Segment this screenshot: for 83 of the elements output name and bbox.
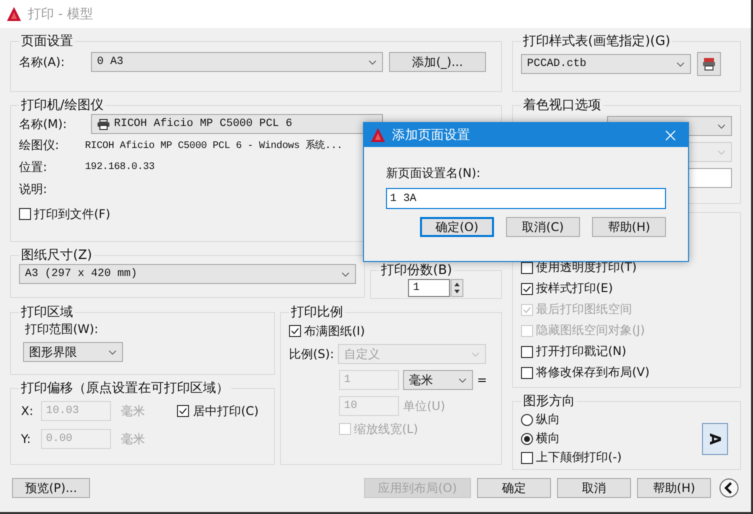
group-title: 着色视口选项 — [522, 97, 602, 114]
unit-label: 单位(U) — [403, 398, 446, 414]
dialog-button[interactable]: 帮助(H) — [592, 217, 666, 237]
info-label: 绘图仪: — [19, 136, 60, 154]
radio-button[interactable] — [521, 414, 533, 426]
group-title: 打印份数(B) — [380, 262, 454, 279]
spinner-arrows-icon[interactable] — [450, 279, 464, 297]
checkbox-label: 按样式打印(E) — [536, 280, 613, 297]
unit-label: 毫米 — [121, 402, 146, 420]
printer-dropdown[interactable]: RICOH Aficio MP C5000 PCL 6 — [91, 114, 383, 134]
name-label: 名称(M): — [19, 116, 68, 132]
add-button[interactable]: 添加(_)... — [389, 52, 486, 72]
checkbox-label: 上下颠倒打印(-) — [536, 449, 622, 466]
info-value: 192.168.0.33 — [85, 162, 155, 172]
edit-style-button[interactable] — [697, 52, 721, 76]
checkbox[interactable] — [177, 405, 189, 417]
group-title: 打印机/绘图仪 — [20, 97, 104, 114]
unit-label: 毫米 — [121, 430, 146, 448]
caret-icon — [108, 350, 117, 355]
info-label: 位置: — [19, 158, 48, 176]
checkbox-label: 布满图纸(I) — [304, 322, 365, 340]
dialog-button[interactable]: 确定(O) — [420, 217, 494, 237]
logo-icon — [370, 127, 386, 143]
collapse-icon[interactable] — [719, 478, 739, 498]
group-title: 打印偏移（原点设置在可打印区域） — [20, 380, 230, 397]
field-label: 新页面设置名(N): — [386, 165, 482, 182]
caret-icon — [341, 272, 350, 277]
radio-button[interactable] — [521, 432, 533, 444]
close-icon[interactable] — [665, 130, 676, 140]
dialog-button[interactable]: 取消(C) — [506, 217, 580, 237]
printer-icon — [702, 57, 716, 71]
logo-icon — [6, 6, 22, 22]
caret-icon — [717, 124, 726, 129]
radio-label: 纵向 — [536, 411, 560, 428]
checkbox-label: 最后打印图纸空间 — [536, 301, 632, 318]
dialog-button[interactable]: 帮助(H) — [637, 478, 711, 498]
dialog-button[interactable]: 取消 — [557, 478, 631, 498]
caret-icon — [676, 62, 685, 67]
checkbox[interactable] — [521, 346, 533, 358]
group-title: 页面设置 — [20, 33, 74, 50]
landscape-page-icon: A — [702, 422, 728, 454]
caret-icon — [368, 60, 377, 65]
checkbox-label: 将修改保存到布局(V) — [536, 364, 650, 381]
y-label: Y: — [21, 432, 32, 446]
window-title: 打印 - 模型 — [28, 6, 93, 23]
page-setup-dropdown[interactable]: 0 A3 — [91, 52, 383, 72]
unit-dropdown[interactable]: 毫米 — [403, 370, 473, 390]
printer-icon — [97, 118, 110, 130]
group-title: 图纸尺寸(Z) — [20, 247, 94, 264]
x-label: X: — [21, 404, 34, 418]
checkbox-label: 居中打印(C) — [193, 402, 259, 420]
preview-button[interactable]: 预览(P)... — [12, 478, 90, 498]
checkbox[interactable] — [521, 282, 533, 294]
checkbox-label: 打开打印戳记(N) — [536, 343, 626, 360]
checkbox[interactable] — [289, 325, 301, 337]
checkbox[interactable] — [521, 366, 533, 378]
range-label: 打印范围(W): — [25, 321, 100, 338]
checkbox-label: 打印到文件(F) — [34, 206, 110, 222]
dialog-button[interactable]: 确定 — [477, 478, 551, 498]
info-value: RICOH Aficio MP C5000 PCL 6 - Windows 系统... — [85, 138, 342, 152]
scale-label: 比例(S): — [289, 346, 334, 362]
group-title: 打印区域 — [20, 304, 74, 321]
copies-field[interactable]: 1 — [408, 279, 450, 297]
plot-range-dropdown[interactable]: 图形界限 — [23, 342, 123, 362]
checkbox[interactable] — [521, 262, 533, 274]
name-label: 名称(A): — [19, 54, 66, 70]
caret-icon — [458, 378, 467, 383]
checkbox[interactable] — [521, 452, 533, 464]
caret-icon — [471, 352, 480, 357]
equals-sign: = — [477, 373, 488, 387]
paper-size-dropdown[interactable]: A3 (297 x 420 mm) — [19, 264, 356, 284]
checkbox-label: 隐藏图纸空间对象(J) — [536, 322, 645, 339]
checkbox-label: 缩放线宽(L) — [354, 420, 418, 438]
radio-label: 横向 — [536, 430, 560, 447]
checkbox[interactable] — [19, 208, 31, 220]
info-label: 说明: — [19, 180, 48, 198]
group-title: 图形方向 — [522, 393, 576, 410]
group-title: 打印比例 — [290, 304, 344, 321]
caret-icon — [717, 150, 726, 155]
plot-style-dropdown[interactable]: PCCAD.ctb — [521, 54, 691, 74]
dialog-title: 添加页面设置 — [392, 127, 471, 144]
name-input-field[interactable]: 1 3A — [386, 188, 666, 209]
group-title: 打印样式表(画笔指定)(G) — [522, 33, 672, 50]
